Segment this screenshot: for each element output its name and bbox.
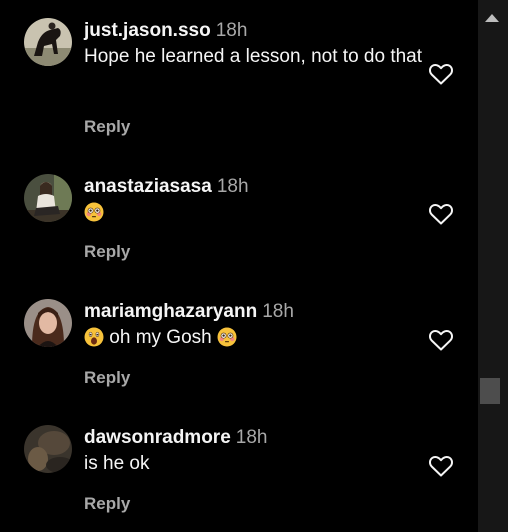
scroll-up-arrow-icon[interactable] xyxy=(485,14,499,22)
comment-text: oh my Gosh xyxy=(84,325,424,351)
username-link[interactable]: just.jason.sso xyxy=(84,20,211,41)
comment-header: mariamghazaryann 18h xyxy=(84,299,424,325)
timestamp: 18h xyxy=(235,427,268,448)
comment-header: dawsonradmore 18h xyxy=(84,425,424,451)
comment-text-content: oh my Gosh xyxy=(109,327,212,348)
comment-text: is he ok xyxy=(84,453,150,474)
comment-body: anastaziasasa 18h xyxy=(84,174,424,226)
comment-body: just.jason.sso 18h Hope he learned a less… xyxy=(84,18,424,70)
timestamp: 18h xyxy=(262,301,294,322)
flushed-face-emoji-icon xyxy=(84,202,104,222)
astonished-face-emoji-icon xyxy=(84,327,104,347)
heart-outline-icon[interactable] xyxy=(428,202,454,226)
heart-outline-icon[interactable] xyxy=(428,454,454,478)
comment-text xyxy=(84,200,424,226)
heart-outline-icon[interactable] xyxy=(428,62,454,86)
username-link[interactable]: dawsonradmore xyxy=(84,427,231,448)
scrollbar-thumb[interactable] xyxy=(480,378,500,404)
comment-text: Hope he learned a lesson, not to do that xyxy=(84,46,423,67)
avatar[interactable] xyxy=(24,299,72,347)
username-link[interactable]: mariamghazaryann xyxy=(84,301,257,322)
comment-body: dawsonradmore 18h is he ok xyxy=(84,425,424,477)
heart-outline-icon[interactable] xyxy=(428,328,454,352)
reply-button[interactable]: Reply xyxy=(84,241,130,263)
avatar[interactable] xyxy=(24,18,72,66)
comment-header: anastaziasasa 18h xyxy=(84,174,424,200)
vertical-scrollbar[interactable] xyxy=(478,0,508,532)
avatar[interactable] xyxy=(24,174,72,222)
timestamp: 18h xyxy=(215,20,248,41)
reply-button[interactable]: Reply xyxy=(84,367,130,389)
reply-button[interactable]: Reply xyxy=(84,493,130,515)
username-link[interactable]: anastaziasasa xyxy=(84,176,212,197)
timestamp: 18h xyxy=(216,176,249,197)
flushed-face-emoji-icon xyxy=(217,327,237,347)
comment-list: just.jason.sso 18h Hope he learned a less… xyxy=(0,0,478,532)
comment-body: mariamghazaryann 18h oh my Gosh xyxy=(84,299,424,351)
reply-button[interactable]: Reply xyxy=(84,116,130,138)
comment-header: just.jason.sso 18h xyxy=(84,18,424,44)
avatar[interactable] xyxy=(24,425,72,473)
